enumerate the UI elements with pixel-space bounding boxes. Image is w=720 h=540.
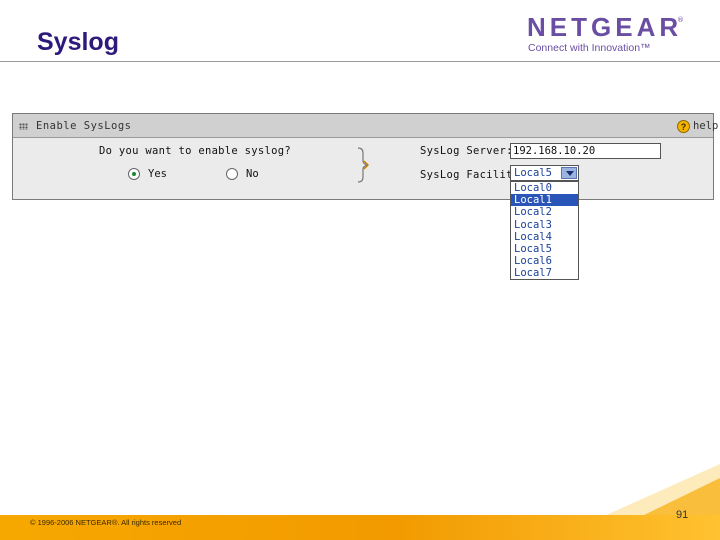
slide-title: Syslog — [37, 28, 119, 56]
dropdown-option-local0[interactable]: Local0 — [511, 182, 578, 194]
radio-yes[interactable] — [128, 168, 140, 180]
logo-registered-mark: ® — [677, 16, 684, 24]
netgear-logo: NETGEAR ® Connect with Innovation™ — [527, 14, 692, 54]
syslog-server-input[interactable] — [510, 143, 661, 159]
copyright-text: © 1996-2006 NETGEAR®. All rights reserve… — [30, 518, 182, 527]
facility-selected-value: Local5 — [514, 167, 552, 179]
dropdown-option-local2[interactable]: Local2 — [511, 206, 578, 218]
dropdown-option-local1[interactable]: Local1 — [511, 194, 578, 207]
dropdown-option-local5[interactable]: Local5 — [511, 243, 578, 255]
syslog-panel: Enable SysLogs ? help Do you want to ena… — [12, 113, 718, 200]
grip-icon — [19, 123, 28, 130]
dropdown-option-local4[interactable]: Local4 — [511, 231, 578, 243]
panel-title: Enable SysLogs — [36, 120, 132, 132]
chevron-down-icon[interactable] — [561, 167, 577, 179]
header-divider — [0, 61, 720, 62]
radio-no[interactable] — [226, 168, 238, 180]
radio-yes-label[interactable]: Yes — [148, 168, 167, 180]
brace-arrow-icon — [357, 147, 369, 183]
syslog-facility-select[interactable]: Local5 — [510, 165, 579, 181]
page-number: 91 — [676, 509, 689, 521]
dropdown-option-local3[interactable]: Local3 — [511, 219, 578, 231]
help-link[interactable]: help — [693, 120, 718, 132]
enable-question: Do you want to enable syslog? — [99, 145, 292, 157]
logo-tagline: Connect with Innovation™ — [528, 42, 651, 54]
dropdown-option-local6[interactable]: Local6 — [511, 255, 578, 267]
radio-no-label[interactable]: No — [246, 168, 259, 180]
panel-header: Enable SysLogs ? help — [13, 114, 718, 138]
dropdown-option-local7[interactable]: Local7 — [511, 267, 578, 279]
footer-swoosh — [604, 464, 720, 516]
logo-wordmark: NETGEAR — [527, 12, 683, 42]
help-icon[interactable]: ? — [677, 120, 690, 133]
facility-dropdown-list[interactable]: Local0 Local1 Local2 Local3 Local4 Local… — [510, 181, 579, 280]
syslog-server-label: SysLog Server: — [420, 145, 513, 157]
